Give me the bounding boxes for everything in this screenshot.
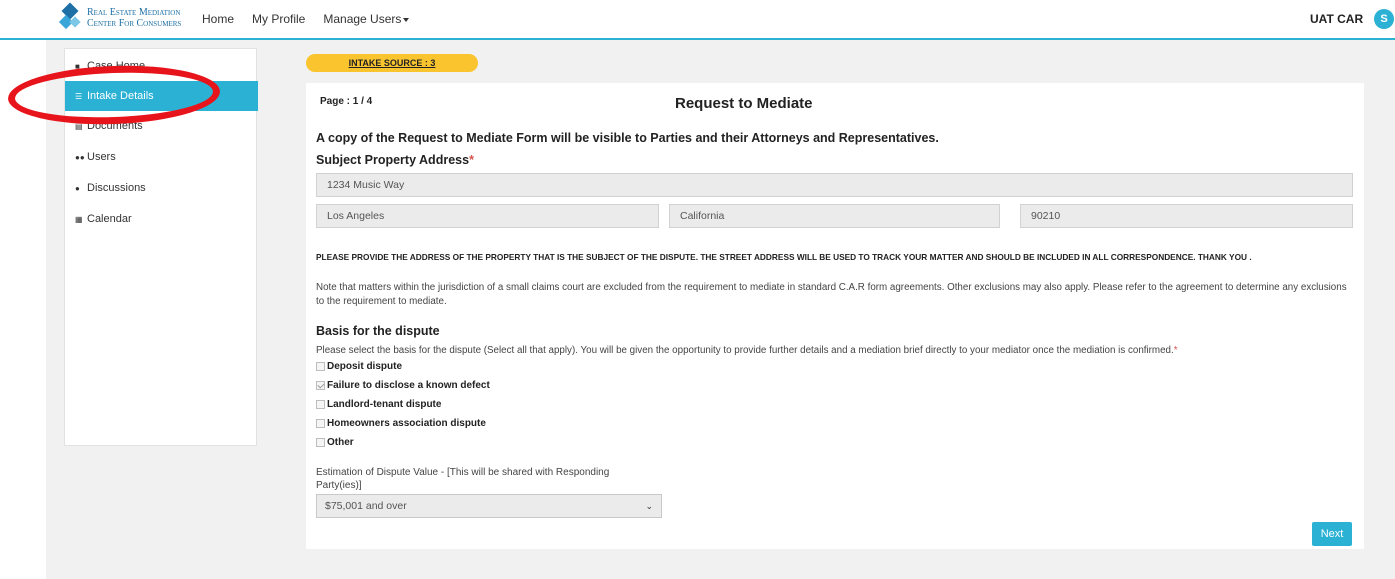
address-instructions: PLEASE PROVIDE THE ADDRESS OF THE PROPER… bbox=[316, 252, 1252, 262]
org-name: UAT CAR bbox=[1310, 12, 1364, 26]
form-panel: Page : 1 / 4 Request to Mediate A copy o… bbox=[306, 83, 1364, 549]
sidebar-item-documents[interactable]: ▤ Documents bbox=[65, 111, 258, 141]
logo-line-1: Real Estate Mediation bbox=[87, 7, 181, 18]
form-title: Request to Mediate bbox=[675, 95, 813, 112]
briefcase-icon: ■ bbox=[75, 62, 80, 71]
option-label: Deposit dispute bbox=[327, 361, 403, 372]
address-label: Subject Property Address* bbox=[316, 153, 474, 167]
logo[interactable]: Real Estate Mediation Center For Consume… bbox=[58, 2, 182, 31]
sidebar-item-users[interactable]: ●● Users bbox=[65, 142, 258, 172]
required-marker: * bbox=[469, 153, 474, 167]
option-landlord-tenant[interactable]: Landlord-tenant dispute bbox=[316, 399, 441, 410]
basis-title: Basis for the dispute bbox=[316, 324, 440, 338]
next-button[interactable]: Next bbox=[1312, 522, 1352, 546]
sidebar-item-label: Intake Details bbox=[87, 90, 154, 102]
basis-description-text: Please select the basis for the dispute … bbox=[316, 345, 1174, 356]
sidebar-item-intake-details[interactable]: ☰ Intake Details bbox=[65, 81, 258, 111]
sidebar-item-calendar[interactable]: ▦ Calendar bbox=[65, 204, 258, 234]
sidebar-item-label: Case Home bbox=[87, 60, 146, 72]
checkbox[interactable] bbox=[316, 419, 325, 428]
nav-manage-users[interactable]: Manage Users bbox=[323, 12, 410, 26]
nav-manage-users-label: Manage Users bbox=[323, 12, 402, 26]
option-label: Landlord-tenant dispute bbox=[327, 399, 442, 410]
option-label: Homeowners association dispute bbox=[327, 418, 486, 429]
city-field[interactable]: Los Angeles bbox=[316, 204, 659, 228]
option-failure-to-disclose[interactable]: Failure to disclose a known defect bbox=[316, 380, 490, 391]
main-nav: Home My Profile Manage Users bbox=[202, 12, 410, 26]
logo-icon bbox=[58, 2, 82, 31]
file-icon: ▤ bbox=[75, 122, 83, 131]
dispute-value-select[interactable]: $75,001 and over ⌄ bbox=[316, 494, 662, 518]
sidebar-item-label: Documents bbox=[87, 120, 143, 132]
option-label: Other bbox=[327, 437, 354, 448]
sidebar: ■ Case Home ☰ Intake Details ▤ Documents ●●… bbox=[64, 48, 258, 446]
basis-description: Please select the basis for the dispute … bbox=[316, 345, 1178, 356]
required-marker: * bbox=[1173, 345, 1178, 356]
sidebar-item-label: Calendar bbox=[87, 213, 132, 225]
caret-down-icon bbox=[403, 17, 410, 22]
option-homeowners-association[interactable]: Homeowners association dispute bbox=[316, 418, 486, 429]
sidebar-item-discussions[interactable]: ● Discussions bbox=[65, 173, 258, 203]
state-field[interactable]: California bbox=[669, 204, 1000, 228]
checkbox[interactable] bbox=[316, 438, 325, 447]
avatar[interactable]: S bbox=[1374, 9, 1394, 29]
checkbox-checked[interactable] bbox=[316, 381, 325, 390]
intake-source-badge[interactable]: INTAKE SOURCE : 3 bbox=[306, 54, 478, 72]
visibility-note: A copy of the Request to Mediate Form wi… bbox=[316, 131, 939, 145]
dispute-value-selected: $75,001 and over bbox=[325, 500, 407, 512]
sidebar-item-label: Discussions bbox=[87, 182, 146, 194]
zip-field[interactable]: 90210 bbox=[1020, 204, 1353, 228]
option-other[interactable]: Other bbox=[316, 437, 354, 448]
sidebar-item-case-home[interactable]: ■ Case Home bbox=[65, 51, 258, 81]
checkbox[interactable] bbox=[316, 362, 325, 371]
nav-home[interactable]: Home bbox=[202, 12, 234, 26]
address-label-text: Subject Property Address bbox=[316, 153, 470, 167]
page-indicator: Page : 1 / 4 bbox=[320, 96, 373, 107]
list-icon: ☰ bbox=[75, 92, 83, 101]
small-claims-note: Note that matters within the jurisdictio… bbox=[316, 282, 1347, 307]
checkbox[interactable] bbox=[316, 400, 325, 409]
sidebar-item-label: Users bbox=[87, 151, 116, 163]
nav-my-profile[interactable]: My Profile bbox=[252, 12, 305, 26]
top-navbar: Real Estate Mediation Center For Consume… bbox=[0, 0, 1395, 40]
street-field[interactable]: 1234 Music Way bbox=[316, 173, 1353, 197]
logo-line-2: Center For Consumers bbox=[87, 18, 182, 29]
estimation-label: Estimation of Dispute Value - [This will… bbox=[316, 467, 610, 491]
option-label: Failure to disclose a known defect bbox=[327, 380, 490, 391]
users-icon: ●● bbox=[75, 153, 85, 162]
chat-icon: ● bbox=[75, 184, 80, 193]
option-deposit-dispute[interactable]: Deposit dispute bbox=[316, 361, 402, 372]
chevron-down-icon: ⌄ bbox=[645, 501, 653, 511]
calendar-icon: ▦ bbox=[75, 215, 83, 224]
